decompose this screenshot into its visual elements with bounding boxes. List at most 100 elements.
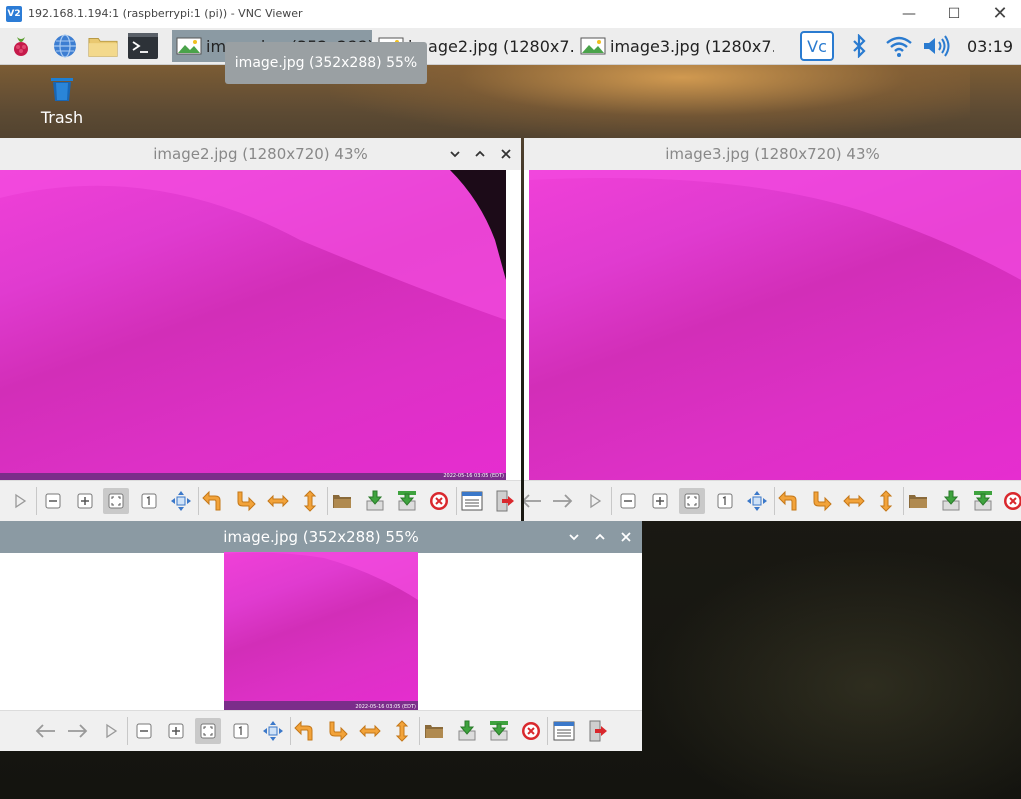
file-manager-launcher[interactable] bbox=[88, 32, 118, 60]
fullscreen-button[interactable] bbox=[744, 488, 770, 514]
save-button[interactable] bbox=[362, 488, 388, 514]
image-canvas[interactable]: 2022-05-16 03:05 (EDT) bbox=[0, 170, 506, 480]
flip-vertical-button[interactable] bbox=[297, 488, 323, 514]
play-button[interactable] bbox=[98, 718, 124, 744]
bluetooth-tray[interactable] bbox=[846, 32, 872, 60]
fit-button[interactable] bbox=[679, 488, 705, 514]
vnc-window-title: 192.168.1.194:1 (raspberrypi:1 (pi)) - V… bbox=[28, 7, 303, 20]
task-image3[interactable]: image3.jpg (1280x7… bbox=[576, 30, 774, 62]
rotate-right-button[interactable] bbox=[324, 718, 350, 744]
image2-window: image2.jpg (1280x720) 43% 2022-05-16 03:… bbox=[0, 138, 521, 521]
original-size-icon bbox=[233, 723, 249, 739]
original-size-button[interactable] bbox=[228, 718, 254, 744]
zoom-in-button[interactable] bbox=[163, 718, 189, 744]
vnc-server-tray[interactable]: Vc bbox=[799, 31, 835, 61]
delete-button[interactable] bbox=[1000, 488, 1021, 514]
delete-button[interactable] bbox=[426, 488, 452, 514]
quit-icon bbox=[496, 490, 514, 512]
separator bbox=[127, 717, 128, 745]
minimize-window-button[interactable] bbox=[446, 145, 464, 163]
volume-tray[interactable] bbox=[921, 32, 953, 60]
minimize-window-button[interactable] bbox=[565, 528, 583, 546]
flip-vertical-button[interactable] bbox=[873, 488, 899, 514]
save-button[interactable] bbox=[454, 718, 480, 744]
original-size-icon bbox=[717, 493, 733, 509]
window-titlebar[interactable]: image2.jpg (1280x720) 43% bbox=[0, 138, 521, 170]
close-window-button[interactable] bbox=[497, 145, 515, 163]
raspberry-menu-button[interactable] bbox=[6, 32, 36, 60]
previous-button[interactable] bbox=[524, 488, 544, 514]
flip-horizontal-button[interactable] bbox=[841, 488, 867, 514]
zoom-in-icon bbox=[168, 723, 184, 739]
flip-horizontal-button[interactable] bbox=[265, 488, 291, 514]
save-as-button[interactable] bbox=[394, 488, 420, 514]
separator bbox=[611, 487, 612, 515]
open-button[interactable] bbox=[421, 718, 447, 744]
open-button[interactable] bbox=[905, 488, 931, 514]
task-label: image3.jpg (1280x7… bbox=[610, 36, 774, 56]
flip-horizontal-button[interactable] bbox=[357, 718, 383, 744]
maximize-button[interactable]: ☐ bbox=[931, 2, 977, 26]
zoom-in-button[interactable] bbox=[72, 488, 98, 514]
fit-button[interactable] bbox=[195, 718, 221, 744]
open-button[interactable] bbox=[329, 488, 355, 514]
separator bbox=[327, 487, 328, 515]
rotate-left-button[interactable] bbox=[200, 488, 226, 514]
rotate-left-button[interactable] bbox=[776, 488, 802, 514]
window-titlebar[interactable]: image.jpg (352x288) 55% bbox=[0, 521, 642, 553]
delete-button[interactable] bbox=[518, 718, 544, 744]
vnc-titlebar[interactable]: V2 192.168.1.194:1 (raspberrypi:1 (pi)) … bbox=[0, 0, 1021, 28]
save-as-button[interactable] bbox=[970, 488, 996, 514]
zoom-out-button[interactable] bbox=[131, 718, 157, 744]
window-titlebar[interactable]: image3.jpg (1280x720) 43% bbox=[524, 138, 1021, 170]
browser-launcher[interactable] bbox=[50, 32, 80, 60]
save-as-button[interactable] bbox=[486, 718, 512, 744]
play-button[interactable] bbox=[7, 488, 33, 514]
next-icon bbox=[553, 494, 573, 508]
vnc-close-button[interactable]: ✕ bbox=[977, 2, 1021, 26]
flip-vertical-button[interactable] bbox=[389, 718, 415, 744]
terminal-launcher[interactable] bbox=[128, 32, 158, 60]
image-canvas[interactable]: 2022-05-16 03:05 (EDT) bbox=[224, 552, 418, 711]
wifi-tray[interactable] bbox=[884, 32, 914, 60]
zoom-out-button[interactable] bbox=[615, 488, 641, 514]
play-button[interactable] bbox=[582, 488, 608, 514]
flip-vertical-icon bbox=[879, 490, 893, 512]
fullscreen-button[interactable] bbox=[260, 718, 286, 744]
original-size-button[interactable] bbox=[712, 488, 738, 514]
zoom-out-button[interactable] bbox=[40, 488, 66, 514]
maximize-window-button[interactable] bbox=[471, 145, 489, 163]
minimize-button[interactable]: — bbox=[886, 2, 932, 26]
quit-button[interactable] bbox=[584, 718, 610, 744]
zoom-in-button[interactable] bbox=[647, 488, 673, 514]
clock[interactable]: 03:19 bbox=[967, 37, 1013, 56]
zoom-in-icon bbox=[652, 493, 668, 509]
rotate-left-button[interactable] bbox=[292, 718, 318, 744]
close-window-button[interactable] bbox=[617, 528, 635, 546]
quit-button[interactable] bbox=[491, 488, 517, 514]
image-strip bbox=[0, 473, 506, 480]
save-icon bbox=[942, 490, 960, 511]
save-icon bbox=[458, 720, 476, 741]
chevron-up-icon bbox=[475, 150, 485, 157]
fullscreen-icon bbox=[263, 721, 283, 741]
fullscreen-button[interactable] bbox=[168, 488, 194, 514]
next-button[interactable] bbox=[65, 718, 91, 744]
preferences-button[interactable] bbox=[551, 718, 577, 744]
maximize-window-button[interactable] bbox=[591, 528, 609, 546]
save-button[interactable] bbox=[938, 488, 964, 514]
separator bbox=[774, 487, 775, 515]
flip-horizontal-icon bbox=[267, 494, 289, 508]
rotate-left-icon bbox=[778, 490, 797, 511]
next-button[interactable] bbox=[550, 488, 576, 514]
zoom-out-icon bbox=[45, 493, 61, 509]
previous-button[interactable] bbox=[32, 718, 58, 744]
rotate-right-button[interactable] bbox=[808, 488, 834, 514]
preferences-icon bbox=[553, 721, 575, 741]
rotate-right-button[interactable] bbox=[232, 488, 258, 514]
image-canvas[interactable] bbox=[529, 170, 1021, 480]
fit-button[interactable] bbox=[103, 488, 129, 514]
original-size-button[interactable] bbox=[136, 488, 162, 514]
trash-desktop-icon[interactable]: Trash bbox=[30, 74, 94, 127]
preferences-button[interactable] bbox=[459, 488, 485, 514]
